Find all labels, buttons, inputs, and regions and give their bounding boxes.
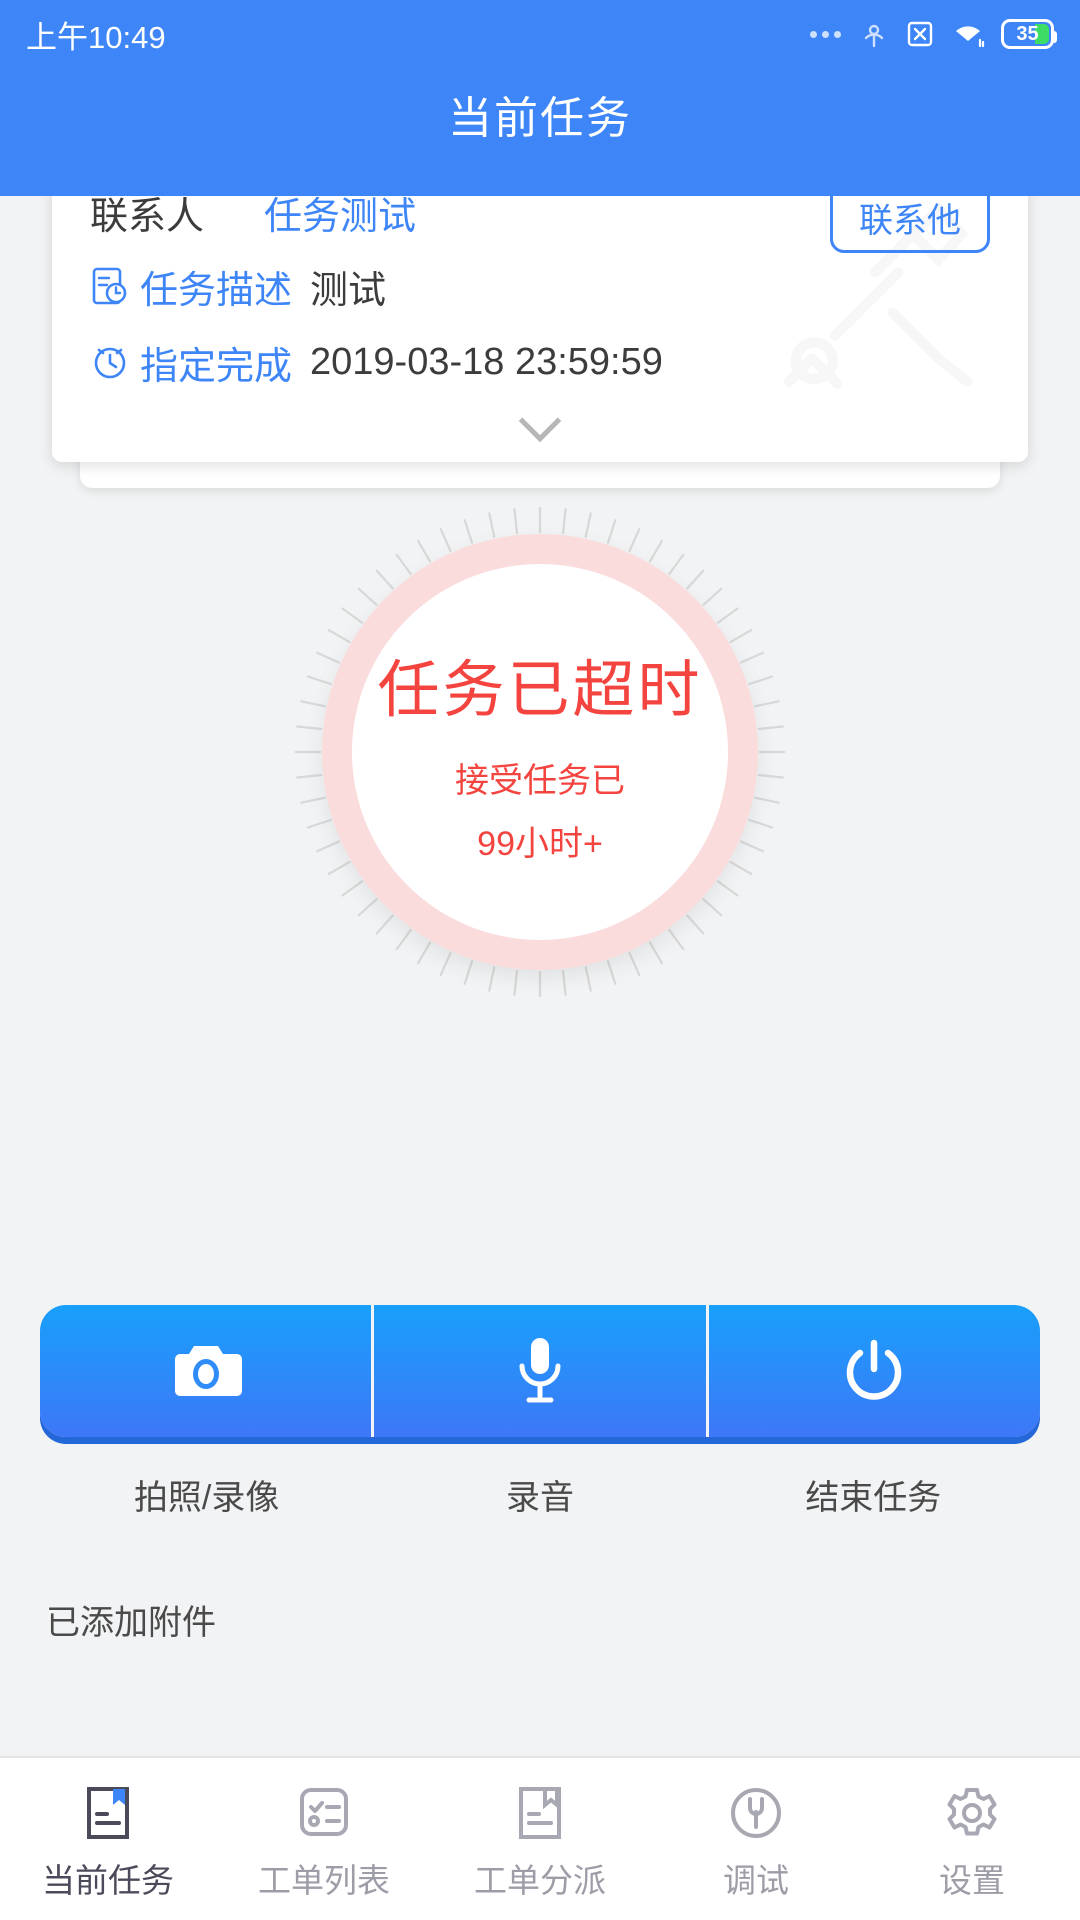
task-card[interactable]: 联系人 任务测试 联系他 任务描述 测试 指定完成 2019-03-18 23:… bbox=[52, 176, 1028, 462]
tab-work-order-assign[interactable]: 工单分派 bbox=[432, 1758, 648, 1920]
tab-current-task[interactable]: 当前任务 bbox=[0, 1758, 216, 1920]
microphone-icon bbox=[519, 1338, 561, 1403]
gauge-sub-text-1: 接受任务已 bbox=[455, 762, 625, 800]
task-description-label: 任务描述 bbox=[140, 269, 293, 312]
tab-debug-label: 调试 bbox=[723, 1862, 789, 1899]
checklist-icon bbox=[300, 1788, 348, 1836]
gauge-sub-text-2: 99小时+ bbox=[477, 825, 603, 863]
timer-gauge-container: 任务已超时 接受任务已 99小时+ bbox=[0, 492, 1080, 1012]
power-icon bbox=[847, 1339, 902, 1400]
tab-work-order-list[interactable]: 工单列表 bbox=[216, 1758, 432, 1920]
record-audio-button[interactable] bbox=[374, 1305, 709, 1437]
document-assign-icon bbox=[519, 1787, 561, 1839]
camera-icon bbox=[174, 1346, 242, 1396]
end-task-button-label: 结束任务 bbox=[805, 1479, 942, 1517]
wifi-icon bbox=[950, 18, 986, 50]
page-title: 当前任务 bbox=[448, 94, 632, 143]
status-time: 上午10:49 bbox=[26, 19, 166, 55]
camera-button[interactable] bbox=[40, 1305, 375, 1437]
tab-debug[interactable]: 调试 bbox=[648, 1758, 864, 1920]
tab-work-order-assign-label: 工单分派 bbox=[474, 1862, 606, 1899]
task-description-value: 测试 bbox=[310, 269, 387, 312]
tab-current-task-label: 当前任务 bbox=[42, 1862, 174, 1899]
task-description-icon bbox=[92, 267, 127, 305]
task-due-row: 指定完成 2019-03-18 23:59:59 bbox=[52, 324, 1028, 400]
gauge-status-text: 任务已超时 bbox=[377, 656, 703, 725]
task-card-expand-toggle[interactable] bbox=[52, 399, 1028, 454]
task-due-value: 2019-03-18 23:59:59 bbox=[310, 340, 663, 383]
chevron-down-icon bbox=[518, 399, 562, 443]
clock-icon bbox=[94, 347, 126, 379]
bottom-tab-bar: 当前任务 工单列表 工单分派 调试 设置 bbox=[0, 1756, 1080, 1920]
task-description-row: 任务描述 测试 bbox=[52, 248, 1028, 324]
attachment-label: 已添加附件 bbox=[46, 1604, 216, 1642]
status-bar: 上午10:49 35 bbox=[0, 0, 1080, 68]
camera-button-label: 拍照/录像 bbox=[133, 1479, 280, 1517]
hotspot-icon bbox=[858, 18, 890, 50]
gear-icon bbox=[947, 1788, 997, 1836]
record-audio-button-label: 录音 bbox=[505, 1479, 574, 1517]
tab-settings[interactable]: 设置 bbox=[864, 1758, 1080, 1920]
sim-x-icon bbox=[905, 18, 935, 50]
more-dots-icon bbox=[810, 30, 841, 38]
document-bookmark-icon bbox=[87, 1787, 129, 1839]
gauge-inner: 任务已超时 接受任务已 99小时+ bbox=[352, 564, 728, 940]
tab-settings-label: 设置 bbox=[939, 1862, 1005, 1899]
action-button-group bbox=[40, 1305, 1040, 1437]
end-task-button[interactable] bbox=[709, 1305, 1040, 1437]
timer-gauge: 任务已超时 接受任务已 99小时+ bbox=[290, 502, 790, 1002]
app-header: 上午10:49 35 当前任务 bbox=[0, 0, 1080, 196]
status-icons: 35 bbox=[810, 18, 1057, 50]
battery-icon: 35 bbox=[1001, 19, 1057, 49]
tab-work-order-list-label: 工单列表 bbox=[258, 1862, 390, 1899]
battery-level: 35 bbox=[1016, 22, 1039, 45]
task-due-label: 指定完成 bbox=[140, 345, 293, 388]
action-button-labels: 拍照/录像 录音 结束任务 bbox=[40, 1470, 1040, 1519]
app-screen: 联系人 任务测试 联系他 任务描述 测试 指定完成 2019-03-18 23:… bbox=[0, 0, 1080, 1920]
wrench-circle-icon bbox=[731, 1788, 781, 1838]
